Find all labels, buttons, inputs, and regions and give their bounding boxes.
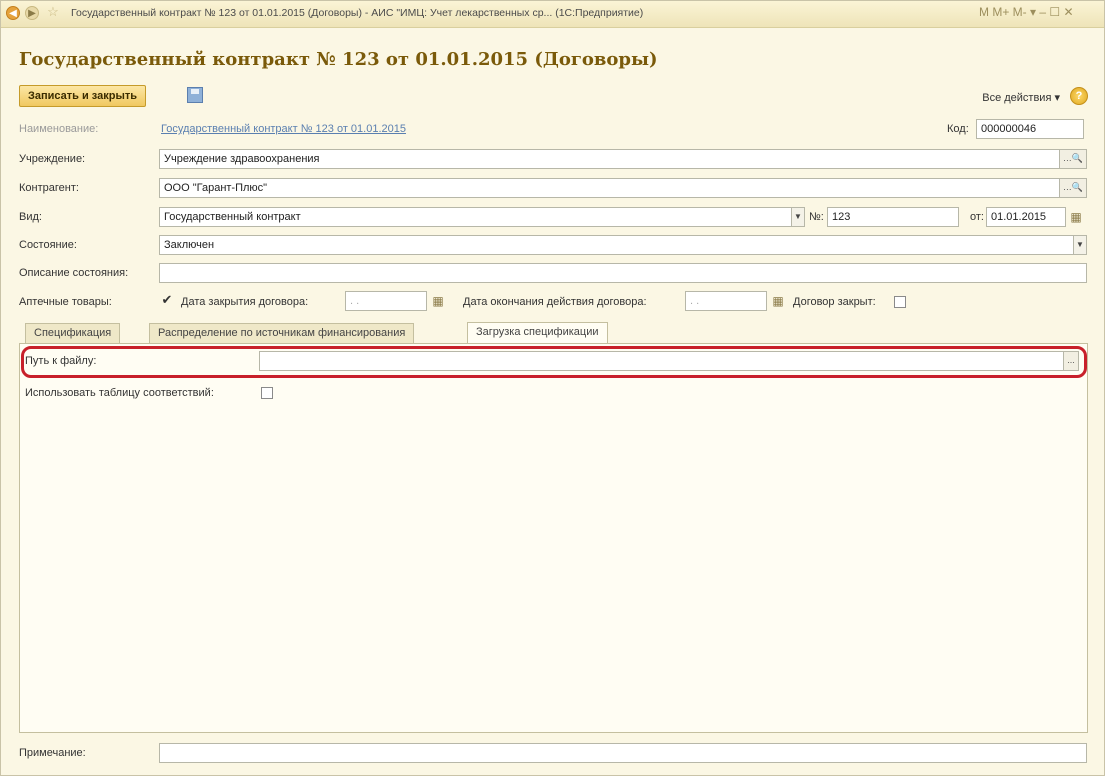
state-description-field[interactable] — [159, 263, 1087, 283]
forward-icon[interactable]: ▶ — [25, 6, 39, 20]
state-field[interactable]: Заключен — [159, 235, 1075, 255]
close-date-field[interactable]: . . — [345, 291, 427, 311]
back-icon[interactable]: ◀ — [6, 6, 20, 20]
code-label: Код: — [947, 123, 969, 135]
page-title: Государственный контракт № 123 от 01.01.… — [19, 49, 658, 70]
contractor-label: Контрагент: — [19, 182, 79, 194]
file-path-label: Путь к файлу: — [25, 355, 97, 367]
date-label: от: — [970, 211, 984, 223]
save-and-close-button[interactable]: Записать и закрыть — [19, 85, 147, 107]
close-date-label: Дата закрытия договора: — [181, 296, 309, 308]
file-path-field[interactable] — [259, 351, 1065, 371]
tab-funding-distribution[interactable]: Распределение по источникам финансирован… — [149, 323, 415, 343]
window: ◀ ▶ ☆ Государственный контракт № 123 от … — [0, 0, 1105, 776]
pharmacy-label: Аптечные товары: — [19, 296, 112, 308]
name-label: Наименование: — [19, 123, 99, 135]
institution-field[interactable]: Учреждение здравоохранения — [159, 149, 1061, 169]
state-description-label: Описание состояния: — [19, 267, 129, 279]
use-table-label: Использовать таблицу соответствий: — [25, 387, 214, 399]
institution-label: Учреждение: — [19, 153, 86, 165]
closed-label: Договор закрыт: — [793, 296, 876, 308]
save-icon[interactable] — [187, 87, 203, 103]
end-date-label: Дата окончания действия договора: — [463, 296, 647, 308]
favorite-star-icon[interactable]: ☆ — [45, 5, 61, 19]
use-table-checkbox[interactable] — [261, 387, 273, 399]
all-actions-menu[interactable]: Все действия ▾ — [982, 91, 1060, 104]
title-bar: ◀ ▶ ☆ Государственный контракт № 123 от … — [1, 1, 1104, 28]
close-date-calendar-icon[interactable]: ▦ — [431, 294, 445, 308]
state-dropdown-button[interactable]: ▼ — [1073, 235, 1087, 255]
institution-select-button[interactable]: …🔍 — [1059, 149, 1087, 169]
window-controls[interactable]: M M+ M- ▾ – ☐ ✕ — [979, 5, 1074, 19]
code-field[interactable]: 000000046 — [976, 119, 1084, 139]
contractor-field[interactable]: ООО "Гарант-Плюс" — [159, 178, 1061, 198]
tab-specification-load[interactable]: Загрузка спецификации — [467, 322, 608, 344]
state-label: Состояние: — [19, 239, 77, 251]
closed-checkbox[interactable] — [894, 296, 906, 308]
kind-label: Вид: — [19, 211, 42, 223]
end-date-calendar-icon[interactable]: ▦ — [771, 294, 785, 308]
browse-button[interactable]: ... — [1063, 351, 1079, 371]
contractor-select-button[interactable]: …🔍 — [1059, 178, 1087, 198]
date-field[interactable]: 01.01.2015 — [986, 207, 1066, 227]
number-field[interactable]: 123 — [827, 207, 959, 227]
note-label: Примечание: — [19, 747, 86, 759]
kind-field[interactable]: Государственный контракт — [159, 207, 793, 227]
pharmacy-checkbox[interactable]: ✔ — [161, 293, 173, 307]
tab-panel — [19, 343, 1088, 733]
note-field[interactable] — [159, 743, 1087, 763]
kind-dropdown-button[interactable]: ▼ — [791, 207, 805, 227]
window-title: Государственный контракт № 123 от 01.01.… — [71, 7, 644, 19]
end-date-field[interactable]: . . — [685, 291, 767, 311]
calendar-icon[interactable]: ▦ — [1069, 210, 1083, 224]
help-icon[interactable]: ? — [1070, 87, 1088, 105]
tab-specification[interactable]: Спецификация — [25, 323, 121, 343]
number-label: №: — [809, 211, 824, 223]
name-link[interactable]: Государственный контракт № 123 от 01.01.… — [161, 123, 406, 135]
